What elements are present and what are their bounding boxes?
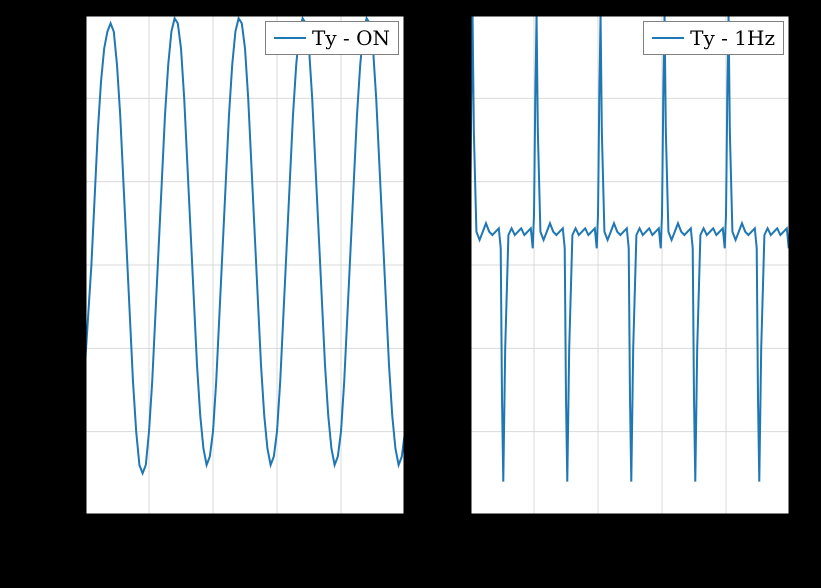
svg-text:4: 4 xyxy=(335,522,348,546)
svg-text:5: 5 xyxy=(784,522,797,546)
left-chart-svg xyxy=(85,15,405,515)
legend-label: Ty - 1Hz xyxy=(690,26,775,50)
svg-text:3: 3 xyxy=(656,522,669,546)
svg-text:4: 4 xyxy=(720,522,733,546)
right-chart-svg xyxy=(470,15,790,515)
svg-text:2: 2 xyxy=(592,522,605,546)
svg-text:0: 0 xyxy=(79,522,92,546)
legend-swatch xyxy=(274,37,306,39)
legend-left: Ty - ON xyxy=(265,21,399,55)
y-axis-label: Torque [mN·m] xyxy=(25,180,50,350)
legend-label: Ty - ON xyxy=(312,26,390,50)
x-axis-label-left: Time [s] xyxy=(208,548,299,573)
svg-text:10: 10 xyxy=(435,86,460,110)
svg-text:-15: -15 xyxy=(428,503,460,527)
legend-swatch xyxy=(652,37,684,39)
svg-text:-10: -10 xyxy=(43,420,75,444)
svg-text:5: 5 xyxy=(62,170,75,194)
svg-text:2: 2 xyxy=(207,522,220,546)
left-chart: Ty - ON xyxy=(85,15,405,515)
svg-text:1: 1 xyxy=(528,522,541,546)
legend-right: Ty - 1Hz xyxy=(643,21,784,55)
svg-text:-10: -10 xyxy=(428,420,460,444)
svg-text:-15: -15 xyxy=(43,503,75,527)
svg-text:-5: -5 xyxy=(441,336,460,360)
svg-text:0: 0 xyxy=(464,522,477,546)
svg-text:-5: -5 xyxy=(56,336,75,360)
svg-text:1: 1 xyxy=(143,522,156,546)
svg-text:0: 0 xyxy=(62,253,75,277)
svg-text:15: 15 xyxy=(435,3,460,27)
svg-text:3: 3 xyxy=(271,522,284,546)
figure: Ty - ON 012345-15-10-5051015 Ty - 1Hz 01… xyxy=(0,0,821,588)
svg-text:0: 0 xyxy=(447,253,460,277)
svg-text:5: 5 xyxy=(447,170,460,194)
right-chart: Ty - 1Hz xyxy=(470,15,790,515)
svg-text:10: 10 xyxy=(50,86,75,110)
x-axis-label-right: Time [s] xyxy=(593,548,684,573)
svg-text:15: 15 xyxy=(50,3,75,27)
svg-text:5: 5 xyxy=(399,522,412,546)
